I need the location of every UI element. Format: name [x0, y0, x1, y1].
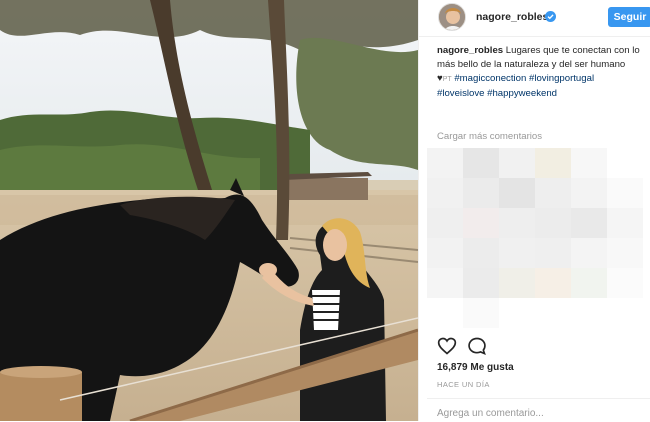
- post-sidebar: nagore_robles Seguir nagore_robles Lugar…: [418, 0, 650, 421]
- follow-button[interactable]: Seguir: [608, 7, 650, 27]
- post-caption: nagore_robles Lugares que te conectan co…: [437, 45, 640, 99]
- post-photo[interactable]: [0, 0, 418, 421]
- avatar[interactable]: [438, 3, 466, 31]
- heart-icon[interactable]: [437, 336, 457, 356]
- load-more-comments-link[interactable]: Cargar más comentarios: [437, 131, 542, 142]
- comments-blurred-area: [427, 148, 643, 328]
- like-count[interactable]: 16,879 Me gusta: [437, 362, 514, 373]
- hashtag-link[interactable]: #magicconection: [454, 73, 526, 84]
- comment-icon[interactable]: [467, 336, 487, 356]
- comment-input[interactable]: [437, 408, 617, 419]
- username[interactable]: nagore_robles: [476, 11, 548, 23]
- hashtag-link[interactable]: #happyweekend: [487, 88, 557, 99]
- avatar-photo: [439, 4, 465, 30]
- post-header: nagore_robles Seguir: [419, 0, 650, 37]
- caption-username[interactable]: nagore_robles: [437, 45, 503, 56]
- comment-bar: [427, 398, 650, 422]
- hashtag-link[interactable]: #loveislove: [437, 88, 484, 99]
- post-timestamp: HACE UN DÍA: [437, 380, 490, 389]
- verified-badge-icon: [545, 11, 556, 22]
- hashtag-link[interactable]: #lovingportugal: [529, 73, 594, 84]
- photo-scene: [0, 0, 418, 421]
